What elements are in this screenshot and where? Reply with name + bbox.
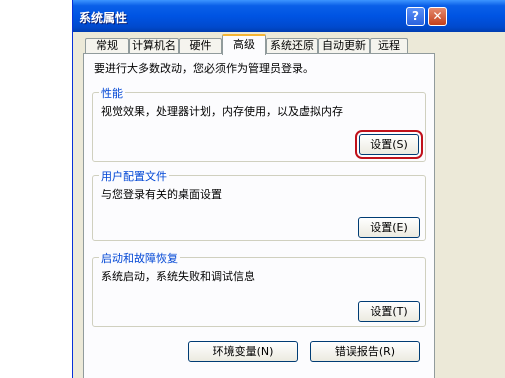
help-icon[interactable]: ? xyxy=(406,7,425,26)
tab-automatic-updates[interactable]: 自动更新 xyxy=(318,38,370,54)
system-properties-dialog: 系统属性 ? ✕ 常规 计算机名 硬件 高级 系统还原 自动更新 远程 要进行大… xyxy=(72,0,505,378)
advanced-tab-panel: 要进行大多数改动，您必须作为管理员登录。 性能 视觉效果，处理器计划，内存使用，… xyxy=(83,53,435,378)
close-icon[interactable]: ✕ xyxy=(428,7,447,26)
tab-system-restore[interactable]: 系统还原 xyxy=(266,38,318,54)
tab-strip: 常规 计算机名 硬件 高级 系统还原 自动更新 远程 xyxy=(73,34,505,55)
tab-advanced[interactable]: 高级 xyxy=(222,34,266,55)
startup-recovery-settings-button[interactable]: 设置(T) xyxy=(358,301,420,322)
error-reporting-button[interactable]: 错误报告(R) xyxy=(310,341,420,362)
user-profiles-desc: 与您登录有关的桌面设置 xyxy=(101,188,222,201)
user-profiles-group: 用户配置文件 与您登录有关的桌面设置 设置(E) xyxy=(92,168,426,241)
tab-computer-name[interactable]: 计算机名 xyxy=(129,38,179,54)
performance-desc: 视觉效果，处理器计划，内存使用，以及虚拟内存 xyxy=(101,105,343,118)
performance-group: 性能 视觉效果，处理器计划，内存使用，以及虚拟内存 设置(S) xyxy=(92,85,426,162)
admin-note: 要进行大多数改动，您必须作为管理员登录。 xyxy=(94,62,314,75)
tab-remote[interactable]: 远程 xyxy=(370,38,408,54)
performance-title: 性能 xyxy=(99,85,125,101)
tab-general[interactable]: 常规 xyxy=(85,38,129,54)
title-bar[interactable]: 系统属性 ? ✕ xyxy=(73,0,505,32)
window-title: 系统属性 xyxy=(79,11,128,25)
startup-recovery-group: 启动和故障恢复 系统启动，系统失败和调试信息 设置(T) xyxy=(92,250,426,327)
performance-settings-button[interactable]: 设置(S) xyxy=(355,130,423,159)
startup-recovery-desc: 系统启动，系统失败和调试信息 xyxy=(101,270,255,283)
environment-variables-button[interactable]: 环境变量(N) xyxy=(188,341,298,362)
startup-recovery-title: 启动和故障恢复 xyxy=(99,250,180,266)
tab-hardware[interactable]: 硬件 xyxy=(179,38,222,54)
user-profiles-settings-button[interactable]: 设置(E) xyxy=(358,217,420,238)
user-profiles-title: 用户配置文件 xyxy=(99,168,169,184)
